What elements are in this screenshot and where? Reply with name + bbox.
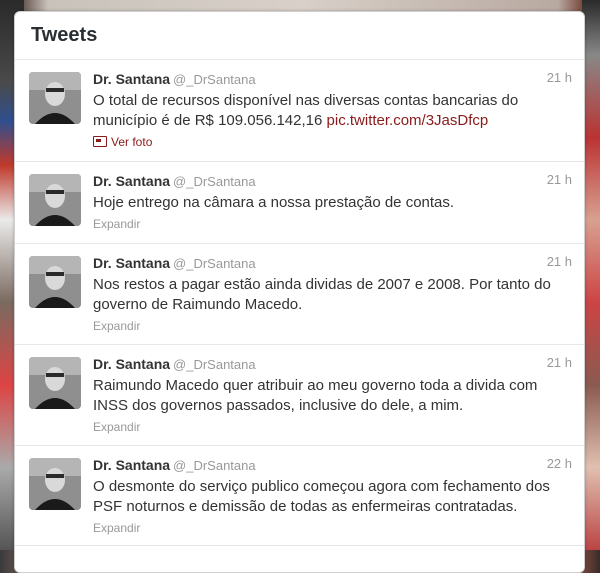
tweet-timestamp[interactable]: 21 h: [547, 355, 572, 370]
author-name[interactable]: Dr. Santana: [93, 173, 170, 189]
tweets-panel: Tweets Dr. Santana @_DrSantana 21 h O tot…: [14, 11, 585, 573]
author-name[interactable]: Dr. Santana: [93, 255, 170, 271]
tweet-header: Dr. Santana @_DrSantana: [93, 70, 572, 89]
tweet-item[interactable]: Dr. Santana @_DrSantana 21 h Nos restos a…: [15, 244, 584, 345]
avatar[interactable]: [29, 256, 81, 308]
view-photo-label: Ver foto: [111, 135, 153, 149]
tweet-header: Dr. Santana @_DrSantana: [93, 254, 572, 273]
author-handle[interactable]: @_DrSantana: [173, 72, 256, 87]
avatar[interactable]: [29, 357, 81, 409]
tweet-item[interactable]: Dr. Santana @_DrSantana 21 h Raimundo Mac…: [15, 345, 584, 446]
author-handle[interactable]: @_DrSantana: [173, 174, 256, 189]
photo-icon: [93, 136, 107, 147]
tweet-header: Dr. Santana @_DrSantana: [93, 355, 572, 374]
tweet-item[interactable]: Dr. Santana @_DrSantana 21 h O total de r…: [15, 60, 584, 162]
expand-button[interactable]: Expandir: [93, 520, 572, 536]
author-handle[interactable]: @_DrSantana: [173, 357, 256, 372]
tweet-timestamp[interactable]: 21 h: [547, 172, 572, 187]
tweet-header: Dr. Santana @_DrSantana: [93, 172, 572, 191]
tweet-timestamp[interactable]: 21 h: [547, 254, 572, 269]
expand-button[interactable]: Expandir: [93, 216, 572, 232]
tweet-header: Dr. Santana @_DrSantana: [93, 456, 572, 475]
author-handle[interactable]: @_DrSantana: [173, 458, 256, 473]
view-photo-button[interactable]: Ver foto: [93, 134, 572, 150]
panel-title: Tweets: [31, 24, 98, 46]
tweet-text: Nos restos a pagar estão ainda dividas d…: [93, 276, 551, 313]
tweet-text: Raimundo Macedo quer atribuir ao meu gov…: [93, 377, 538, 414]
author-name[interactable]: Dr. Santana: [93, 356, 170, 372]
author-name[interactable]: Dr. Santana: [93, 457, 170, 473]
tweet-text: Hoje entrego na câmara a nossa prestação…: [93, 194, 455, 211]
expand-button[interactable]: Expandir: [93, 419, 572, 435]
tweet-text: O total de recursos disponível nas diver…: [93, 91, 572, 131]
tweet-item[interactable]: Dr. Santana @_DrSantana 21 h Hoje entrego…: [15, 162, 584, 244]
author-handle[interactable]: @_DrSantana: [173, 256, 256, 271]
tweet-timestamp[interactable]: 21 h: [547, 70, 572, 85]
author-name[interactable]: Dr. Santana: [93, 71, 170, 87]
avatar[interactable]: [29, 458, 81, 510]
avatar[interactable]: [29, 174, 81, 226]
panel-header: Tweets: [15, 12, 584, 60]
tweet-link[interactable]: pic.twitter.com/3JasDfcp: [327, 112, 489, 129]
tweet-text: O desmonte do serviço publico começou ag…: [93, 478, 550, 515]
tweet-item[interactable]: Dr. Santana @_DrSantana 22 h O desmonte d…: [15, 446, 584, 546]
expand-button[interactable]: Expandir: [93, 318, 572, 334]
avatar[interactable]: [29, 72, 81, 124]
tweet-timestamp[interactable]: 22 h: [547, 456, 572, 471]
